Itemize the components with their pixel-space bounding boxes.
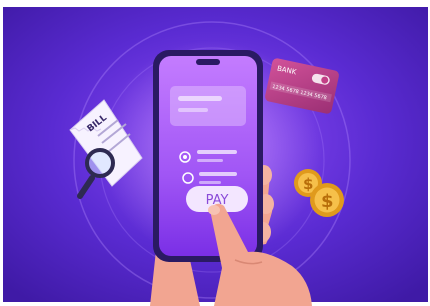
phone: PAY: [153, 50, 263, 262]
coin-icon: $: [310, 183, 344, 217]
screen-header-card: [170, 86, 246, 126]
svg-text:$: $: [303, 175, 313, 193]
payment-illustration: BILL BANK 1234 5678 1234 5678 $ $ PAY: [0, 0, 430, 306]
svg-text:$: $: [321, 191, 334, 212]
